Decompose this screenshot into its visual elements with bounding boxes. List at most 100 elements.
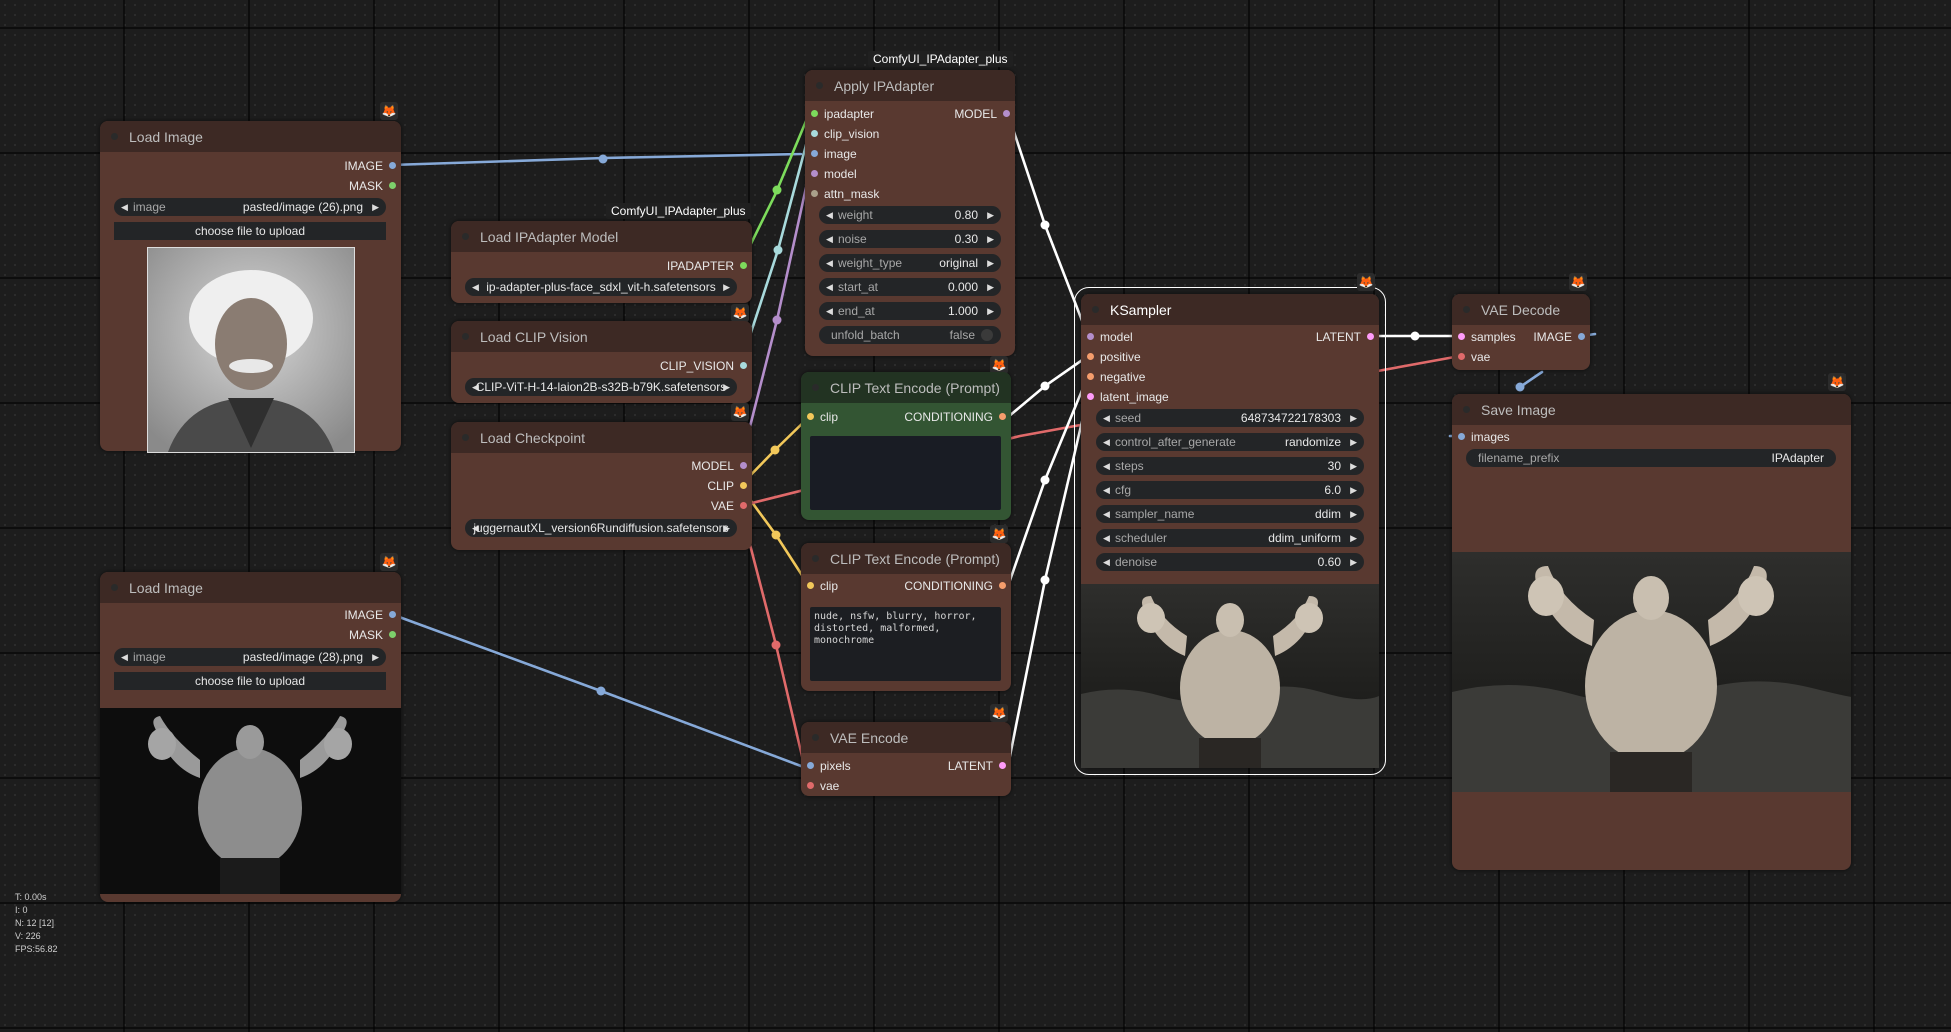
arrow-left-icon[interactable]: ◀	[1103, 529, 1110, 547]
node-title-bar[interactable]: Apply IPAdapter	[805, 70, 1015, 101]
port-dot-icon[interactable]	[740, 362, 747, 369]
arrow-right-icon[interactable]: ▶	[1350, 433, 1357, 451]
port-dot-icon[interactable]	[740, 462, 747, 469]
arrow-right-icon[interactable]: ▶	[987, 278, 994, 296]
node-title-bar[interactable]: CLIP Text Encode (Prompt)	[801, 543, 1011, 574]
port-dot-icon[interactable]	[999, 413, 1006, 420]
output-slot-model[interactable]: MODEL	[691, 459, 752, 473]
port-dot-icon[interactable]	[1458, 433, 1465, 440]
arrow-left-icon[interactable]: ◀	[826, 254, 833, 272]
output-slot-clip-vision[interactable]: CLIP_VISION	[660, 359, 752, 373]
arrow-left-icon[interactable]: ◀	[121, 648, 128, 666]
input-slot-negative[interactable]: negative	[1081, 370, 1145, 384]
denoise-widget[interactable]: ◀ denoise 0.60 ▶	[1096, 553, 1364, 571]
output-slot-clip[interactable]: CLIP	[707, 479, 752, 493]
load-checkpoint-node[interactable]: 🦊 Load Checkpoint MODEL CLIP VAE ◀ jugge…	[451, 403, 752, 550]
output-slot-conditioning[interactable]: CONDITIONING	[904, 410, 1011, 424]
load-ipadapter-model-node[interactable]: Load IPAdapter Model IPADAPTER ◀ ip-adap…	[451, 221, 752, 303]
node-title-bar[interactable]: Load CLIP Vision	[451, 321, 752, 352]
collapse-dot-icon[interactable]	[1463, 306, 1470, 313]
arrow-right-icon[interactable]: ▶	[723, 519, 730, 537]
checkpoint-file-widget[interactable]: ◀ juggernautXL_version6Rundiffusion.safe…	[465, 519, 737, 537]
collapse-dot-icon[interactable]	[812, 555, 819, 562]
port-dot-icon[interactable]	[807, 762, 814, 769]
arrow-right-icon[interactable]: ▶	[1350, 505, 1357, 523]
input-slot-clip-vision[interactable]: clip_vision	[805, 127, 879, 141]
node-title-bar[interactable]: CLIP Text Encode (Prompt)	[801, 372, 1011, 403]
input-slot-vae[interactable]: vae	[1452, 350, 1490, 364]
output-slot-mask[interactable]: MASK	[349, 628, 401, 642]
port-dot-icon[interactable]	[999, 762, 1006, 769]
weight-type-widget[interactable]: ◀ weight_type original ▶	[819, 254, 1001, 272]
port-dot-icon[interactable]	[811, 110, 818, 117]
port-dot-icon[interactable]	[740, 502, 747, 509]
input-slot-model[interactable]: model	[1081, 330, 1133, 344]
port-dot-icon[interactable]	[389, 631, 396, 638]
port-dot-icon[interactable]	[389, 611, 396, 618]
node-title-bar[interactable]: Load IPAdapter Model	[451, 221, 752, 252]
arrow-left-icon[interactable]: ◀	[121, 198, 128, 216]
arrow-left-icon[interactable]: ◀	[826, 230, 833, 248]
arrow-right-icon[interactable]: ▶	[987, 206, 994, 224]
output-slot-image[interactable]: IMAGE	[344, 159, 401, 173]
apply-ipadapter-node[interactable]: Apply IPAdapter ipadapter clip_vision im…	[805, 70, 1015, 356]
output-slot-model[interactable]: MODEL	[954, 107, 1015, 121]
collapse-dot-icon[interactable]	[812, 734, 819, 741]
collapse-dot-icon[interactable]	[462, 233, 469, 240]
image-combo-widget[interactable]: ◀ image pasted/image (28).png ▶	[114, 648, 386, 666]
arrow-left-icon[interactable]: ◀	[1103, 481, 1110, 499]
collapse-dot-icon[interactable]	[111, 584, 118, 591]
collapse-dot-icon[interactable]	[1092, 306, 1099, 313]
node-title-bar[interactable]: Save Image	[1452, 394, 1851, 425]
node-title-bar[interactable]: VAE Decode	[1452, 294, 1590, 325]
port-dot-icon[interactable]	[1367, 333, 1374, 340]
output-slot-mask[interactable]: MASK	[349, 179, 401, 193]
vae-decode-node[interactable]: 🦊 VAE Decode samples vae IMAGE	[1452, 273, 1590, 370]
arrow-left-icon[interactable]: ◀	[826, 278, 833, 296]
unfold-batch-toggle[interactable]: unfold_batch false	[819, 326, 1001, 344]
noise-widget[interactable]: ◀ noise 0.30 ▶	[819, 230, 1001, 248]
port-dot-icon[interactable]	[811, 150, 818, 157]
arrow-right-icon[interactable]: ▶	[372, 648, 379, 666]
port-dot-icon[interactable]	[1458, 353, 1465, 360]
port-dot-icon[interactable]	[1458, 333, 1465, 340]
arrow-right-icon[interactable]: ▶	[987, 302, 994, 320]
arrow-right-icon[interactable]: ▶	[723, 378, 730, 396]
input-slot-vae[interactable]: vae	[801, 779, 839, 793]
arrow-right-icon[interactable]: ▶	[1350, 553, 1357, 571]
arrow-left-icon[interactable]: ◀	[826, 302, 833, 320]
port-dot-icon[interactable]	[1087, 333, 1094, 340]
port-dot-icon[interactable]	[389, 182, 396, 189]
arrow-right-icon[interactable]: ▶	[1350, 481, 1357, 499]
node-title-bar[interactable]: KSampler	[1081, 294, 1379, 325]
output-slot-latent[interactable]: LATENT	[1316, 330, 1379, 344]
port-dot-icon[interactable]	[740, 262, 747, 269]
clip-text-encode-negative-node[interactable]: 🦊 CLIP Text Encode (Prompt) clip CONDITI…	[801, 525, 1011, 691]
cfg-widget[interactable]: ◀ cfg 6.0 ▶	[1096, 481, 1364, 499]
port-dot-icon[interactable]	[740, 482, 747, 489]
arrow-right-icon[interactable]: ▶	[372, 198, 379, 216]
start-at-widget[interactable]: ◀ start_at 0.000 ▶	[819, 278, 1001, 296]
upload-button[interactable]: choose file to upload	[114, 672, 386, 690]
collapse-dot-icon[interactable]	[111, 133, 118, 140]
ksampler-node[interactable]: 🦊 KSampler model positive negative laten…	[1074, 273, 1386, 775]
collapse-dot-icon[interactable]	[816, 82, 823, 89]
end-at-widget[interactable]: ◀ end_at 1.000 ▶	[819, 302, 1001, 320]
node-title-bar[interactable]: VAE Encode	[801, 722, 1011, 753]
weight-widget[interactable]: ◀ weight 0.80 ▶	[819, 206, 1001, 224]
steps-widget[interactable]: ◀ steps 30 ▶	[1096, 457, 1364, 475]
port-dot-icon[interactable]	[811, 190, 818, 197]
seed-widget[interactable]: ◀ seed 648734722178303 ▶	[1096, 409, 1364, 427]
node-title-bar[interactable]: Load Image	[100, 121, 401, 152]
node-title-bar[interactable]: Load Image	[100, 572, 401, 603]
port-dot-icon[interactable]	[1087, 353, 1094, 360]
input-slot-latent-image[interactable]: latent_image	[1081, 390, 1169, 404]
collapse-dot-icon[interactable]	[812, 384, 819, 391]
vae-encode-node[interactable]: 🦊 VAE Encode pixels vae LATENT	[801, 704, 1011, 796]
port-dot-icon[interactable]	[389, 162, 396, 169]
input-slot-attn-mask[interactable]: attn_mask	[805, 187, 879, 201]
output-slot-ipadapter[interactable]: IPADAPTER	[667, 259, 752, 273]
output-slot-latent[interactable]: LATENT	[948, 759, 1011, 773]
sampler-name-widget[interactable]: ◀ sampler_name ddim ▶	[1096, 505, 1364, 523]
input-slot-positive[interactable]: positive	[1081, 350, 1141, 364]
